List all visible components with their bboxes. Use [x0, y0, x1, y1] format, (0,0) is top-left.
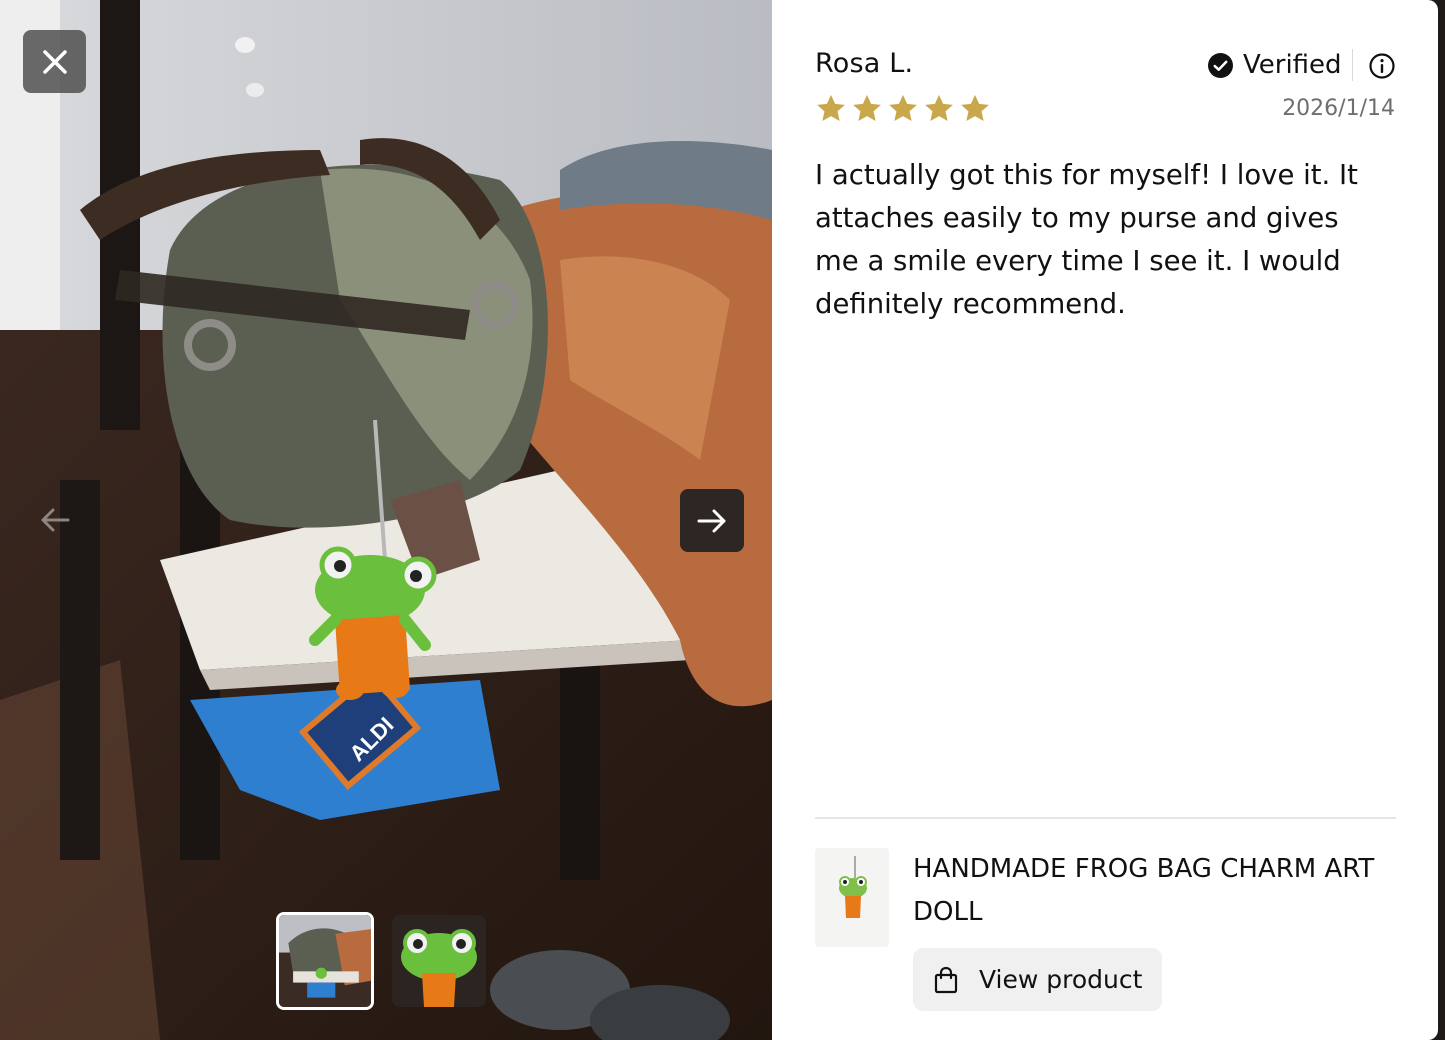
- info-icon: [1369, 53, 1395, 79]
- previous-photo-button[interactable]: [30, 495, 80, 545]
- review-photo-viewer: ALDI: [0, 0, 772, 1040]
- star-icon: [853, 95, 881, 121]
- next-photo-button[interactable]: [680, 489, 744, 552]
- close-button[interactable]: [23, 30, 86, 93]
- review-photo: ALDI: [0, 0, 772, 1040]
- photo-thumbnail-2[interactable]: [392, 915, 486, 1007]
- view-product-button[interactable]: View product: [913, 948, 1162, 1011]
- thumbnail-image-frog: [392, 915, 486, 1007]
- star-icon: [889, 95, 917, 121]
- close-icon: [42, 49, 67, 74]
- arrow-left-icon: [41, 508, 70, 532]
- star-icon: [925, 95, 953, 121]
- product-title[interactable]: HANDMADE FROG BAG CHARM ART DOLL: [913, 848, 1403, 934]
- check-circle-icon: [1208, 52, 1233, 78]
- photo-thumbnail-1[interactable]: [276, 912, 374, 1010]
- thumbnail-image-bag: [279, 915, 371, 1007]
- info-button[interactable]: [1368, 52, 1396, 80]
- review-body: I actually got this for myself! I love i…: [815, 159, 1358, 320]
- product-thumbnail[interactable]: [815, 848, 889, 947]
- section-divider: [815, 817, 1396, 819]
- star-rating: [815, 93, 991, 125]
- review-details-panel: Rosa L. Verified 2026/1/14 I actually go…: [772, 0, 1438, 1040]
- star-icon: [817, 95, 845, 121]
- shopping-bag-icon: [934, 966, 958, 993]
- header-divider: [1352, 49, 1353, 81]
- star-icon: [961, 95, 989, 121]
- view-product-label: View product: [979, 965, 1143, 994]
- reviewer-name: Rosa L.: [815, 48, 914, 79]
- review-date: 2026/1/14: [1282, 96, 1395, 121]
- product-image: [815, 848, 889, 947]
- verified-badge: Verified: [1208, 46, 1342, 84]
- arrow-right-icon: [697, 509, 726, 532]
- verified-label: Verified: [1243, 50, 1342, 80]
